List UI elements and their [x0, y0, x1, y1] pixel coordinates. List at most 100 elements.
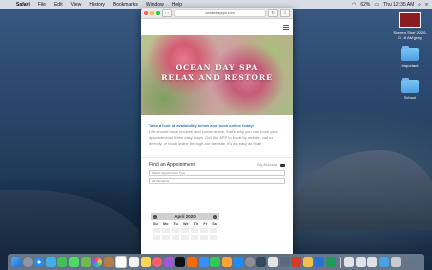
- calendar-month: April 2020: [174, 214, 196, 219]
- notes-icon[interactable]: [140, 257, 151, 267]
- account-icon[interactable]: [280, 163, 285, 167]
- word-icon[interactable]: [314, 257, 325, 267]
- weekday-label: Mo: [162, 222, 169, 226]
- messages-icon[interactable]: [68, 257, 79, 267]
- folder-icon: [401, 78, 419, 93]
- wifi-icon[interactable]: ◠: [352, 2, 356, 8]
- my-account-link[interactable]: My Account: [257, 163, 277, 167]
- find-appointment-header: Find an Appointment My Account: [141, 162, 293, 168]
- desktop-folder-important[interactable]: Important: [392, 46, 428, 68]
- finder-icon[interactable]: [11, 257, 21, 267]
- calendar-day[interactable]: [162, 228, 170, 233]
- calendar-app-icon[interactable]: [115, 256, 128, 268]
- app-store-icon[interactable]: [233, 257, 244, 267]
- calendar-day[interactable]: [209, 235, 217, 240]
- hero-title: OCEAN DAY SPA RELAX AND RESTORE: [141, 63, 293, 83]
- prev-month-icon[interactable]: ‹: [153, 214, 157, 219]
- zoom-window-button[interactable]: [156, 11, 160, 15]
- photos-icon[interactable]: [92, 257, 103, 267]
- maps-icon[interactable]: [80, 257, 91, 267]
- share-icon[interactable]: ⇪: [280, 9, 290, 17]
- menubar-clock[interactable]: Thu 12:35 AM: [383, 2, 414, 8]
- folder-icon: [401, 46, 419, 61]
- menu-window[interactable]: Window: [142, 2, 168, 8]
- calendar-day[interactable]: [200, 235, 208, 240]
- document-thumbnail-icon[interactable]: [344, 257, 355, 267]
- calendar-day[interactable]: [190, 228, 199, 233]
- close-window-button[interactable]: [144, 11, 148, 15]
- back-forward-icon[interactable]: ‹ ›: [162, 9, 172, 17]
- image-thumbnail-icon: [399, 12, 421, 28]
- tv-icon[interactable]: [175, 257, 186, 267]
- calendar-day[interactable]: [190, 235, 199, 240]
- acrobat-icon[interactable]: [291, 257, 302, 267]
- find-appointment-title: Find an Appointment: [149, 162, 195, 168]
- downloads-folder-icon[interactable]: [379, 257, 389, 267]
- weekday-label: Fr: [203, 222, 208, 226]
- appointment-type-select[interactable]: Select Appointment Type: [149, 170, 285, 176]
- menu-help[interactable]: Help: [168, 2, 186, 8]
- contacts-icon[interactable]: [103, 257, 114, 267]
- calendar-day[interactable]: [209, 228, 217, 233]
- trash-icon[interactable]: [390, 257, 401, 267]
- weekday-label: We: [182, 222, 189, 226]
- divider: [141, 157, 293, 158]
- terminal-icon[interactable]: [279, 257, 290, 267]
- menu-file[interactable]: File: [34, 2, 50, 8]
- search-icon[interactable]: ⌕: [418, 2, 421, 8]
- calendar-days: [151, 226, 219, 242]
- screenshot-icon[interactable]: [256, 257, 267, 267]
- desktop-icon-label: Important: [401, 63, 419, 68]
- music-icon[interactable]: [152, 257, 163, 267]
- desktop-icon-label: Screen Shot 2020-0...8 AM.jpeg: [393, 30, 427, 40]
- dock-divider: [339, 256, 341, 268]
- reminders-icon[interactable]: [128, 257, 139, 267]
- calendar-day[interactable]: [162, 235, 170, 240]
- calendar-day[interactable]: [153, 235, 161, 240]
- therapist-select[interactable]: All therapists: [149, 178, 285, 184]
- hero-title-line1: OCEAN DAY SPA: [175, 63, 259, 72]
- launchpad-icon[interactable]: [22, 257, 33, 267]
- system-preferences-icon[interactable]: [244, 257, 255, 267]
- weekday-label: Su: [153, 222, 158, 226]
- desktop-file-screenshot[interactable]: Screen Shot 2020-0...8 AM.jpeg: [392, 12, 428, 40]
- hero-banner: OCEAN DAY SPA RELAX AND RESTORE: [141, 35, 293, 115]
- pages-icon[interactable]: [221, 257, 232, 267]
- browser-toolbar: ‹ › oceandayspa.com ↻ ⇪: [141, 8, 293, 19]
- control-center-icon[interactable]: ≡: [425, 2, 428, 8]
- mail-icon[interactable]: [45, 257, 56, 267]
- calendar-day[interactable]: [200, 228, 208, 233]
- keynote-icon[interactable]: [198, 257, 209, 267]
- document-thumbnail-icon[interactable]: [355, 257, 366, 267]
- reload-icon[interactable]: ↻: [268, 9, 278, 17]
- numbers-icon[interactable]: [210, 257, 221, 267]
- calendar-day[interactable]: [171, 235, 180, 240]
- hamburger-menu-icon[interactable]: [283, 24, 289, 30]
- calendar-day[interactable]: [153, 228, 161, 233]
- intro-body: Life should have choices and convenience…: [149, 129, 278, 146]
- battery-percent[interactable]: 62%: [360, 2, 370, 8]
- menu-safari[interactable]: Safari: [12, 2, 34, 8]
- podcasts-icon[interactable]: [163, 257, 174, 267]
- minimize-window-button[interactable]: [150, 11, 154, 15]
- facetime-icon[interactable]: [57, 257, 68, 267]
- menu-view[interactable]: View: [67, 2, 86, 8]
- menu-bookmarks[interactable]: Bookmarks: [109, 2, 142, 8]
- battery-icon[interactable]: ▭: [374, 2, 379, 8]
- next-month-icon[interactable]: ›: [212, 214, 217, 219]
- news-icon[interactable]: [186, 257, 197, 267]
- site-header: [141, 19, 293, 35]
- calendar-day[interactable]: [171, 228, 180, 233]
- menu-edit[interactable]: Edit: [50, 2, 67, 8]
- safari-icon[interactable]: [34, 257, 45, 267]
- address-bar[interactable]: oceandayspa.com: [174, 9, 266, 17]
- desktop-folder-school[interactable]: School: [392, 78, 428, 100]
- excel-icon[interactable]: [326, 257, 337, 267]
- weekday-label: Tu: [173, 222, 178, 226]
- menu-history[interactable]: History: [85, 2, 109, 8]
- preview-icon[interactable]: [268, 257, 279, 267]
- calendar-day[interactable]: [181, 235, 189, 240]
- calendar-day[interactable]: [181, 228, 189, 233]
- vlc-icon[interactable]: [302, 257, 313, 267]
- document-thumbnail-icon[interactable]: [367, 257, 378, 267]
